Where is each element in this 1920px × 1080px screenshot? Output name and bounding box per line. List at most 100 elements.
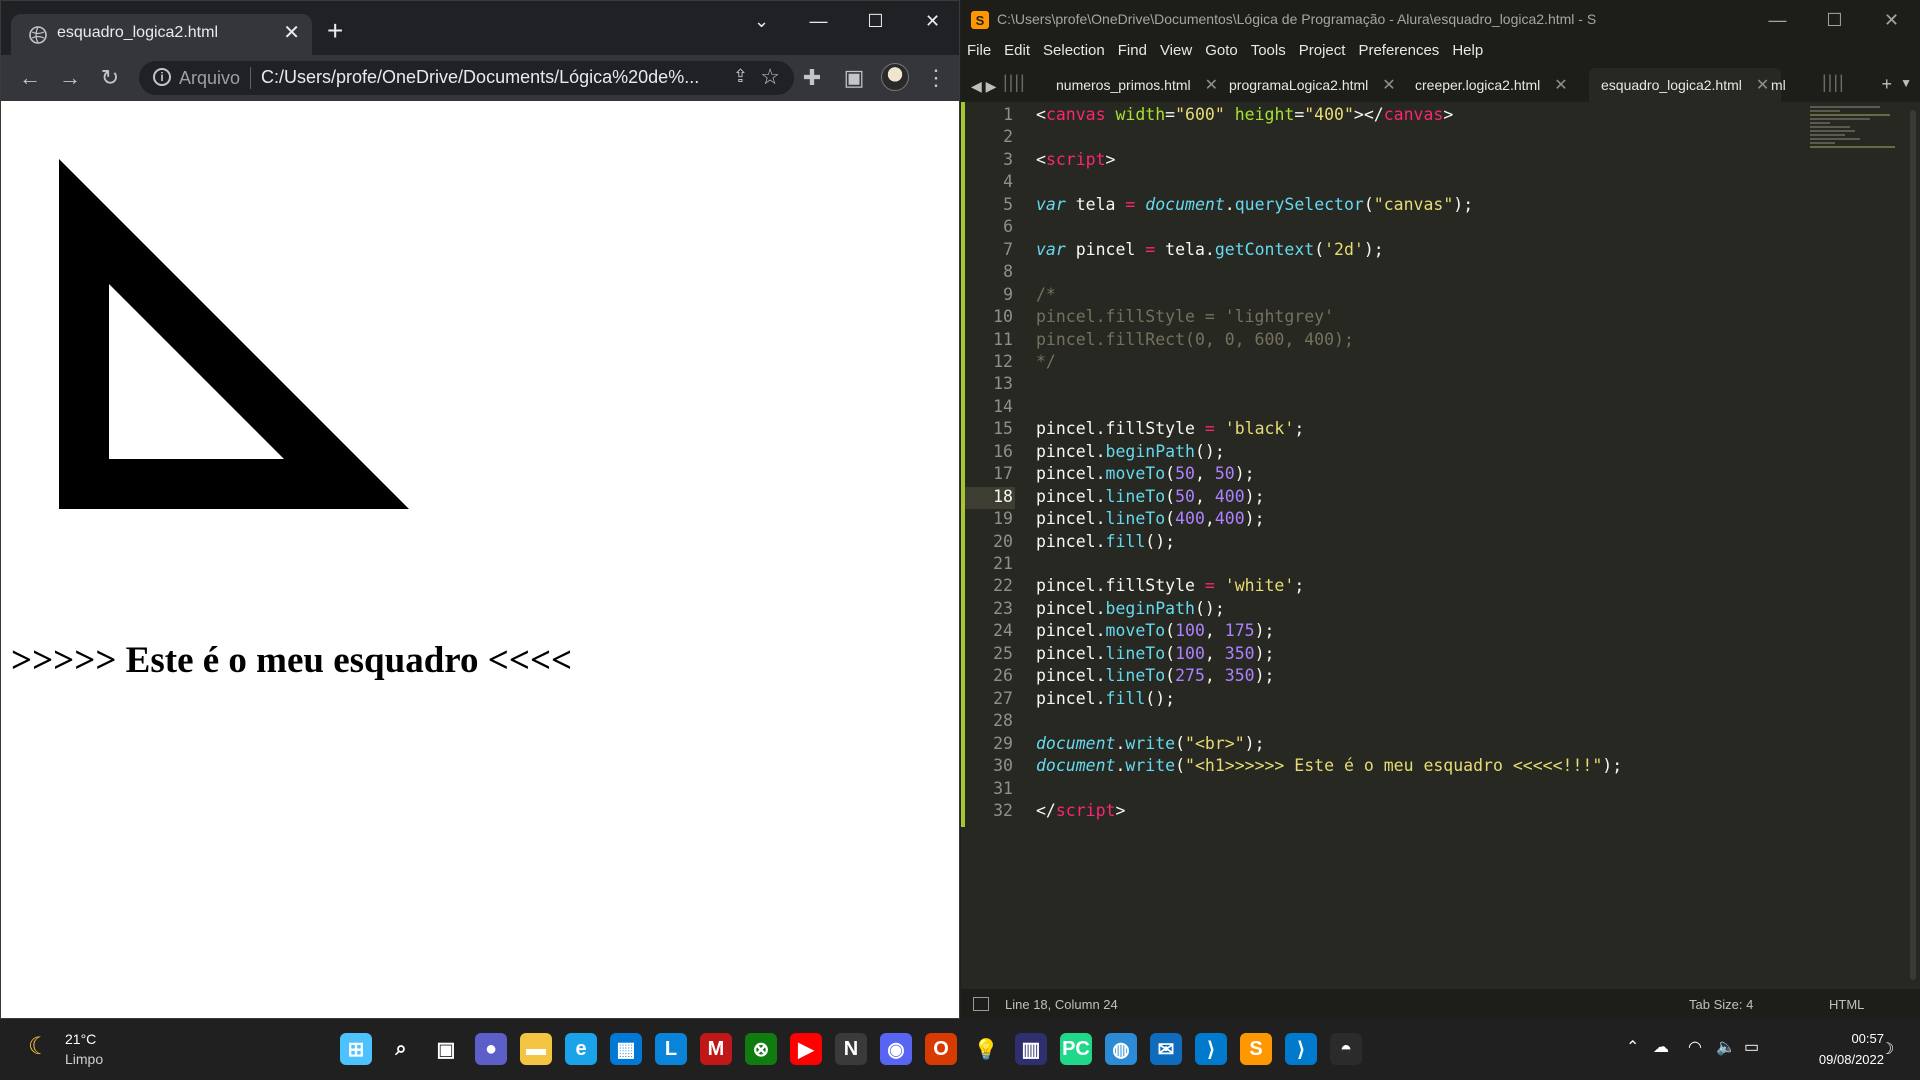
maximize-button[interactable]: ☐	[847, 1, 904, 41]
code-text: pincel.fillRect(0, 0, 600, 400);	[1036, 329, 1354, 351]
menu-view[interactable]: View	[1160, 40, 1192, 62]
notification-icon[interactable]: ☽	[1880, 1039, 1894, 1059]
address-url[interactable]: C:/Users/profe/OneDrive/Documents/Lógica…	[261, 67, 711, 88]
address-bar[interactable]: i Arquivo C:/Users/profe/OneDrive/Docume…	[139, 61, 794, 95]
minimap[interactable]	[1810, 106, 1900, 186]
globe-icon[interactable]: ◍	[1105, 1033, 1137, 1065]
close-tab-icon[interactable]: ✕	[1554, 75, 1567, 95]
edge-icon[interactable]: e	[565, 1033, 597, 1065]
forward-icon[interactable]: →	[55, 63, 85, 93]
minimize-button[interactable]: —	[790, 1, 847, 41]
tab-size-selector[interactable]: Tab Size: 4	[1689, 997, 1753, 1012]
scrollbar[interactable]	[1910, 110, 1916, 980]
l-app-icon[interactable]: L	[655, 1033, 687, 1065]
close-tab-icon[interactable]: ✕	[1205, 75, 1218, 95]
code-token: pincel.	[1036, 666, 1106, 686]
editor-tab[interactable]: creeper.logica2.html ✕	[1415, 68, 1568, 102]
line-number: 15	[993, 419, 1013, 439]
tab-esquadro[interactable]: esquadro_logica2.html ✕	[11, 14, 312, 55]
line-number: 20	[993, 531, 1013, 551]
tab-overflow-guides-right: ||||	[1822, 72, 1845, 92]
windows-icon[interactable]: ⊞	[340, 1033, 372, 1065]
tab-overflow-label[interactable]: ml	[1771, 68, 1786, 102]
menu-selection[interactable]: Selection	[1043, 40, 1105, 62]
discord-icon[interactable]: ◉	[880, 1033, 912, 1065]
line-number: 11	[993, 329, 1013, 349]
cloud-icon[interactable]: ☁	[1653, 1037, 1669, 1057]
folder-icon[interactable]: ▬	[520, 1033, 552, 1065]
close-tab-icon[interactable]: ✕	[283, 21, 300, 45]
code-token: beginPath	[1105, 441, 1195, 461]
share-icon[interactable]: ⇪	[733, 66, 748, 87]
menu-edit[interactable]: Edit	[1004, 40, 1030, 62]
code-token: 100	[1175, 621, 1205, 641]
pycharm-icon[interactable]: PC	[1060, 1033, 1092, 1065]
store-icon[interactable]: ▦	[610, 1033, 642, 1065]
volume-icon[interactable]: 🔈	[1716, 1037, 1736, 1057]
side-panel-icon[interactable]: ▣	[839, 63, 869, 93]
office-icon[interactable]: O	[925, 1033, 957, 1065]
code-token: 400	[1214, 486, 1245, 506]
moon-icon[interactable]: ☾	[28, 1035, 52, 1059]
tab-search-icon[interactable]: ⌄	[733, 1, 790, 41]
syntax-selector[interactable]: HTML	[1829, 997, 1864, 1012]
panel-toggle-icon[interactable]	[973, 997, 989, 1011]
code-token: (	[1165, 621, 1176, 641]
profile-avatar[interactable]	[881, 63, 909, 91]
clock-date[interactable]: 09/08/2022	[1790, 1052, 1884, 1067]
new-tab-icon[interactable]: +	[1881, 74, 1892, 95]
reload-icon[interactable]: ↻	[95, 63, 125, 93]
menu-tools[interactable]: Tools	[1251, 40, 1286, 62]
menu-goto[interactable]: Goto	[1205, 40, 1238, 62]
menu-project[interactable]: Project	[1299, 40, 1346, 62]
netflix-icon[interactable]: N	[835, 1033, 867, 1065]
editor-tab[interactable]: programaLogica2.html ✕	[1229, 68, 1396, 102]
line-number: 14	[993, 396, 1013, 416]
editor-tab[interactable]: esquadro_logica2.html ✕	[1589, 68, 1782, 102]
tab-list-icon[interactable]: ▼	[1900, 76, 1912, 90]
close-button[interactable]: ✕	[904, 1, 959, 41]
incognito-icon[interactable]: ◓	[1330, 1033, 1362, 1065]
menu-file[interactable]: File	[967, 40, 991, 62]
menu-preferences[interactable]: Preferences	[1358, 40, 1439, 62]
chart-app-icon[interactable]: ▥	[1015, 1033, 1047, 1065]
tab-scroll-arrows-icon[interactable]: ◀ ▶	[971, 78, 996, 95]
weather-temperature[interactable]: 21°C	[65, 1031, 96, 1047]
code-editor[interactable]: 1 <canvas width="600" height="400"></canv…	[961, 102, 1920, 989]
mcafee-icon[interactable]: M	[700, 1033, 732, 1065]
clock-time[interactable]: 00:57	[1814, 1031, 1884, 1046]
wifi-icon[interactable]: ◠	[1688, 1037, 1702, 1057]
weather-description[interactable]: Limpo	[65, 1051, 103, 1067]
code-text: <canvas width="600" height="400"></canva…	[1036, 104, 1453, 126]
mail-icon[interactable]: ✉	[1150, 1033, 1182, 1065]
chrome-tab-strip: esquadro_logica2.html ✕ + ⌄ — ☐ ✕	[1, 1, 959, 55]
menu-kebab-icon[interactable]: ⋮	[921, 63, 951, 93]
new-tab-button[interactable]: +	[327, 16, 343, 46]
menu-find[interactable]: Find	[1118, 40, 1147, 62]
maximize-button[interactable]: ☐	[1806, 0, 1863, 40]
extensions-icon[interactable]: ✚	[797, 63, 827, 93]
battery-icon[interactable]: ▭	[1744, 1037, 1759, 1057]
close-tab-icon[interactable]: ✕	[1382, 75, 1395, 95]
vscode-icon[interactable]: ⟩	[1195, 1033, 1227, 1065]
sublime-icon[interactable]: S	[1240, 1033, 1272, 1065]
vscode-icon[interactable]: ⟩	[1285, 1033, 1317, 1065]
close-tab-icon[interactable]: ✕	[1756, 75, 1769, 95]
code-token: (	[1363, 194, 1374, 214]
menu-help[interactable]: Help	[1452, 40, 1483, 62]
bookmark-star-icon[interactable]: ☆	[760, 64, 780, 90]
chat-icon[interactable]: ●	[475, 1033, 507, 1065]
close-button[interactable]: ✕	[1863, 0, 1920, 40]
editor-tab[interactable]: numeros_primos.html ✕	[1056, 68, 1218, 102]
back-icon[interactable]: ←	[15, 63, 45, 93]
code-token: (	[1165, 666, 1176, 686]
info-icon[interactable]: i	[153, 68, 171, 86]
xbox-icon[interactable]: ⊗	[745, 1033, 777, 1065]
search-icon[interactable]: ⌕	[385, 1033, 417, 1065]
lightbulb-icon[interactable]: 💡	[970, 1033, 1002, 1065]
code-token: </	[1036, 800, 1056, 820]
task-view-icon[interactable]: ▣	[430, 1033, 462, 1065]
minimize-button[interactable]: —	[1749, 0, 1806, 40]
chevron-up-icon[interactable]: ⌃	[1626, 1037, 1639, 1057]
youtube-icon[interactable]: ▶	[790, 1033, 822, 1065]
